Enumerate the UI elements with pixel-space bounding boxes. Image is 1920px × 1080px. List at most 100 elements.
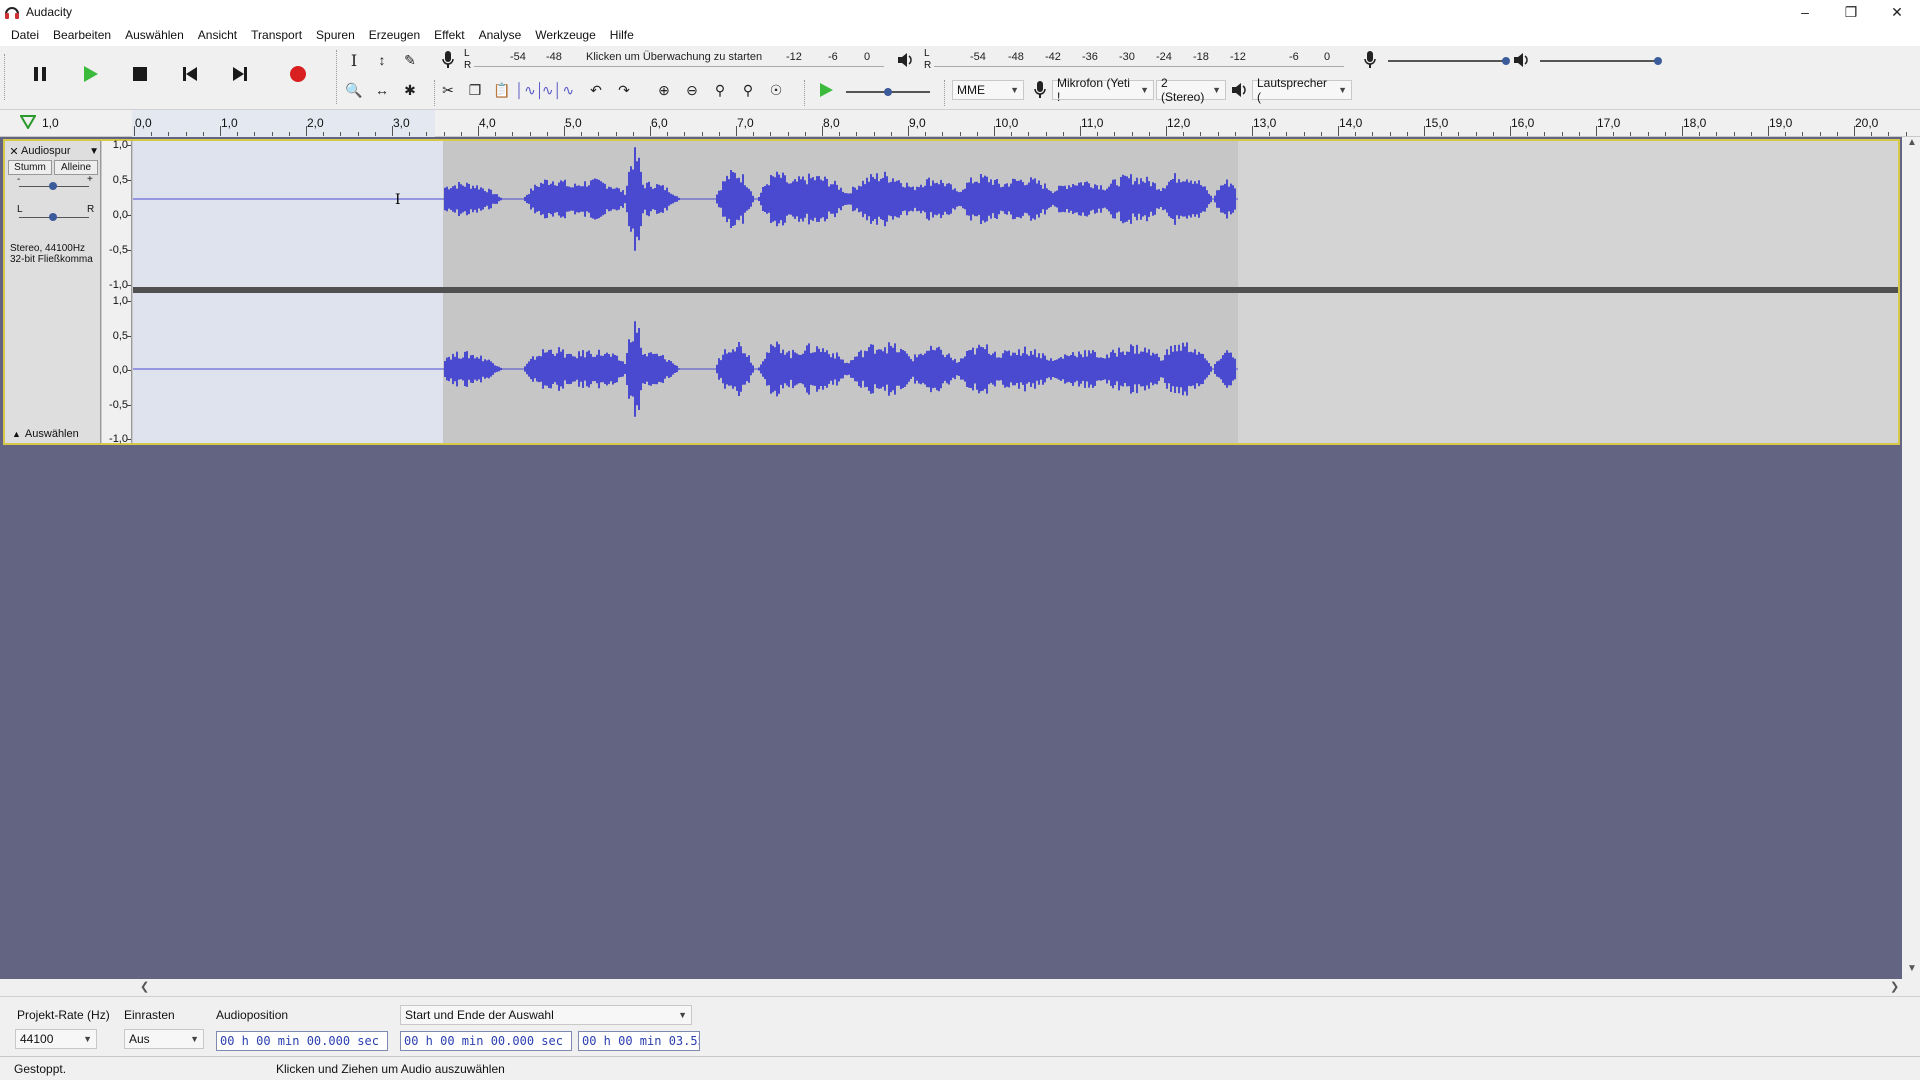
minimize-button[interactable]: – <box>1782 0 1828 24</box>
play-at-speed-button[interactable] <box>814 78 838 102</box>
redo-button[interactable]: ↷ <box>612 78 636 102</box>
vertical-scrollbar[interactable]: ▲ ▼ <box>1902 137 1920 979</box>
pause-button[interactable] <box>20 54 60 94</box>
menu-analyse[interactable]: Analyse <box>472 28 529 42</box>
track-name[interactable]: Audiospur <box>21 145 89 157</box>
fit-selection-button[interactable]: ⚲ <box>708 78 732 102</box>
menu-effekt[interactable]: Effekt <box>427 28 471 42</box>
play-button[interactable] <box>70 54 110 94</box>
playback-meter-button[interactable] <box>894 48 918 72</box>
ruler-minor-tick <box>684 132 686 136</box>
copy-button[interactable]: ❐ <box>463 78 487 102</box>
selection-start-field[interactable]: 00 h 00 min 00.000 sec <box>400 1031 572 1051</box>
ruler-minor-tick <box>460 132 462 136</box>
waveform-display[interactable]: I <box>133 141 1898 443</box>
ruler-tick-label: 9,0 <box>909 116 926 130</box>
ruler-minor-tick <box>168 132 170 136</box>
track-area[interactable]: ✕ Audiospur ▼ Stumm Alleine - + L R Ster… <box>0 137 1902 979</box>
undo-button[interactable]: ↶ <box>584 78 608 102</box>
zoom-in-button[interactable]: ⊕ <box>652 78 676 102</box>
ruler-minor-tick <box>804 132 806 136</box>
menu-hilfe[interactable]: Hilfe <box>603 28 641 42</box>
multi-tool[interactable]: ✱ <box>398 78 422 102</box>
mute-button[interactable]: Stumm <box>8 160 52 175</box>
close-window-button[interactable]: ✕ <box>1874 0 1920 24</box>
play-at-speed-grip[interactable] <box>804 80 808 106</box>
playback-device-select[interactable]: Lautsprecher (▼ <box>1252 76 1352 104</box>
recording-meter-button[interactable] <box>436 48 460 72</box>
silence-icon: ∿│∿ <box>541 81 575 98</box>
track-control-panel[interactable]: ✕ Audiospur ▼ Stumm Alleine - + L R Ster… <box>5 141 101 443</box>
project-rate-select[interactable]: 44100 ▼ <box>15 1029 97 1049</box>
audio-host-select[interactable]: MME ▼ <box>952 80 1024 100</box>
ruler-minor-tick <box>1733 132 1735 136</box>
ruler-minor-tick <box>856 132 858 136</box>
device-toolbar-grip[interactable] <box>944 80 948 106</box>
pan-thumb[interactable] <box>49 213 57 221</box>
menu-bar: Datei Bearbeiten Auswählen Ansicht Trans… <box>0 24 1920 46</box>
recording-volume-thumb[interactable] <box>1502 57 1510 65</box>
menu-auswaehlen[interactable]: Auswählen <box>118 28 191 42</box>
playback-volume-thumb[interactable] <box>1654 57 1662 65</box>
close-track-icon[interactable]: ✕ <box>7 145 21 158</box>
recording-device-select[interactable]: Mikrofon (Yeti ! ▼ <box>1052 76 1154 104</box>
scroll-up-icon[interactable]: ▲ <box>1907 137 1917 148</box>
tools-toolbar-grip[interactable] <box>336 50 340 104</box>
audio-position-field[interactable]: 00 h 00 min 00.000 sec <box>216 1031 388 1051</box>
skip-to-start-button[interactable] <box>170 54 210 94</box>
timeline-ruler[interactable]: 1,0 0,0 1,0 2,0 3,0 4,0 5,0 6,0 7,0 8,0 9,0 10,0 11… <box>0 110 1920 137</box>
scroll-down-icon[interactable]: ▼ <box>1907 963 1917 974</box>
paste-button[interactable]: 📋 <box>490 78 514 102</box>
snap-select[interactable]: Aus ▼ <box>124 1029 204 1049</box>
zoom-tool[interactable]: 🔍 <box>342 78 366 102</box>
skip-to-end-button[interactable] <box>220 54 260 94</box>
amplitude-tick <box>127 250 131 251</box>
menu-spuren[interactable]: Spuren <box>309 28 362 42</box>
record-button[interactable] <box>278 54 318 94</box>
zoom-out-button[interactable]: ⊖ <box>680 78 704 102</box>
zoom-toggle-button[interactable]: ☉ <box>764 78 788 102</box>
scroll-right-icon[interactable]: ❯ <box>1890 980 1899 993</box>
gain-thumb[interactable] <box>49 182 57 190</box>
ruler-minor-tick <box>1905 132 1907 136</box>
ruler-minor-tick <box>1372 132 1374 136</box>
menu-erzeugen[interactable]: Erzeugen <box>362 28 427 42</box>
recording-device-icon-box <box>1028 78 1052 102</box>
scroll-left-icon[interactable]: ❮ <box>140 980 149 993</box>
menu-datei[interactable]: Datei <box>4 28 46 42</box>
recording-channels-value: 2 (Stereo) <box>1161 76 1205 104</box>
ruler-minor-tick <box>667 132 669 136</box>
solo-button[interactable]: Alleine <box>54 160 98 175</box>
trim-button[interactable]: │∿│ <box>515 78 544 102</box>
select-track-button[interactable]: ▲ Auswählen <box>8 426 98 441</box>
track-info-format: Stereo, 44100Hz <box>10 243 86 254</box>
selection-tool[interactable]: I <box>342 48 366 72</box>
recording-channels-select[interactable]: 2 (Stereo) ▼ <box>1156 76 1226 104</box>
menu-ansicht[interactable]: Ansicht <box>191 28 244 42</box>
audio-track[interactable]: ✕ Audiospur ▼ Stumm Alleine - + L R Ster… <box>3 139 1900 445</box>
fit-project-button[interactable]: ⚲ <box>736 78 760 102</box>
ruler-tick <box>478 126 479 136</box>
track-menu-chevron-icon[interactable]: ▼ <box>89 146 99 157</box>
menu-transport[interactable]: Transport <box>244 28 309 42</box>
amplitude-scale[interactable]: 1,0 0,5 0,0 -0,5 -1,0 1,0 0,5 0,0 -0,5 -1,0 <box>102 139 132 445</box>
pin-triangle-icon[interactable] <box>20 115 36 129</box>
amplitude-tick <box>127 285 131 286</box>
draw-tool[interactable]: ✎ <box>398 48 422 72</box>
playback-volume-slider[interactable] <box>1540 60 1658 62</box>
menu-werkzeuge[interactable]: Werkzeuge <box>528 28 602 42</box>
time-shift-tool[interactable]: ↔ <box>370 78 394 102</box>
transport-toolbar-grip[interactable] <box>4 54 8 100</box>
stop-button[interactable] <box>120 54 160 94</box>
envelope-tool[interactable]: ↕ <box>370 48 394 72</box>
maximize-button[interactable]: ❐ <box>1828 0 1874 24</box>
cut-button[interactable]: ✂ <box>436 78 460 102</box>
recording-volume-slider[interactable] <box>1388 60 1506 62</box>
selection-mode-select[interactable]: Start und Ende der Auswahl ▼ <box>400 1005 692 1025</box>
menu-bearbeiten[interactable]: Bearbeiten <box>46 28 118 42</box>
play-speed-thumb[interactable] <box>884 88 892 96</box>
silence-button[interactable]: ∿│∿ <box>542 78 574 102</box>
horizontal-scrollbar[interactable]: ❮ ❯ <box>0 979 1902 996</box>
ruler-minor-tick <box>151 132 153 136</box>
selection-end-field[interactable]: 00 h 00 min 03.55 <box>578 1031 700 1051</box>
